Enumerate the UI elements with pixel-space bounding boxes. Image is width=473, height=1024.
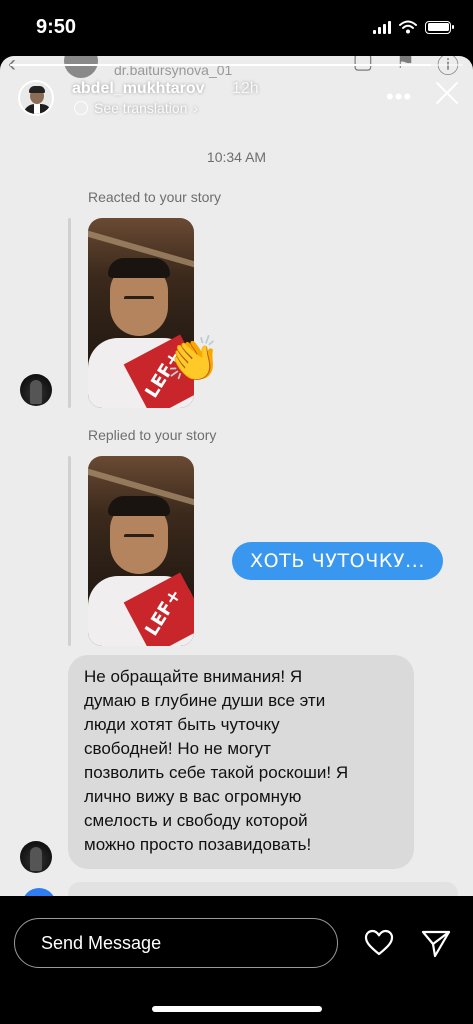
see-translation-label: See translation <box>94 100 188 116</box>
wifi-icon <box>399 20 417 34</box>
next-sender-avatar <box>22 888 56 896</box>
story-time: 12h <box>232 80 259 97</box>
heart-icon[interactable] <box>363 927 395 959</box>
video-call-icon: ▢ <box>352 56 374 73</box>
clapping-hands-reaction: 👏 <box>166 335 221 384</box>
message-timestamp: 10:34 AM <box>206 149 267 165</box>
home-indicator <box>152 1006 322 1012</box>
underlying-actions: ▢ ⚑ ⓘ <box>352 56 459 80</box>
status-time: 9:50 <box>36 16 77 38</box>
story-thumbnail[interactable]: LEF+ <box>88 456 194 646</box>
send-icon[interactable] <box>420 927 452 959</box>
send-message-field[interactable]: Send Message <box>14 918 338 968</box>
send-message-placeholder: Send Message <box>41 933 162 953</box>
outgoing-message-bubble[interactable]: ХОТЬ ЧУТОЧКУ... <box>232 542 444 580</box>
sender-avatar[interactable] <box>20 841 52 873</box>
close-icon[interactable] <box>432 78 462 108</box>
sender-avatar[interactable] <box>20 374 52 406</box>
more-icon[interactable]: ••• <box>386 84 412 110</box>
story-reference-bar <box>68 456 71 646</box>
cellular-signal-icon <box>373 20 391 34</box>
reacted-story-notice: Reacted to your story <box>88 189 222 205</box>
replied-story-notice: Replied to your story <box>88 427 217 443</box>
story-reference-bar <box>68 218 71 408</box>
incoming-message-bubble[interactable]: Не обращайте внимания! Я думаю в глубине… <box>68 655 414 869</box>
back-arrow-icon: ‹ <box>8 56 16 77</box>
story-avatar[interactable] <box>18 80 54 116</box>
chevron-right-icon: › <box>193 100 199 116</box>
underlying-avatar <box>64 56 98 78</box>
see-translation-link[interactable]: See translation › <box>74 100 198 116</box>
globe-icon <box>74 101 88 115</box>
story-card: ‹ dr.baitursynova_01 ▢ ⚑ ⓘ abdel_mukhtar… <box>0 56 473 896</box>
info-icon: ⓘ <box>436 56 459 78</box>
story-progress-fill <box>10 64 432 66</box>
story-progress-bar <box>10 64 463 66</box>
battery-icon <box>425 20 454 34</box>
flag-icon: ⚑ <box>395 56 415 73</box>
status-icons <box>373 20 454 34</box>
story-username[interactable]: abdel_mukhtarov <box>72 80 204 98</box>
next-message-edge <box>68 882 458 896</box>
status-bar: 9:50 <box>0 0 473 56</box>
